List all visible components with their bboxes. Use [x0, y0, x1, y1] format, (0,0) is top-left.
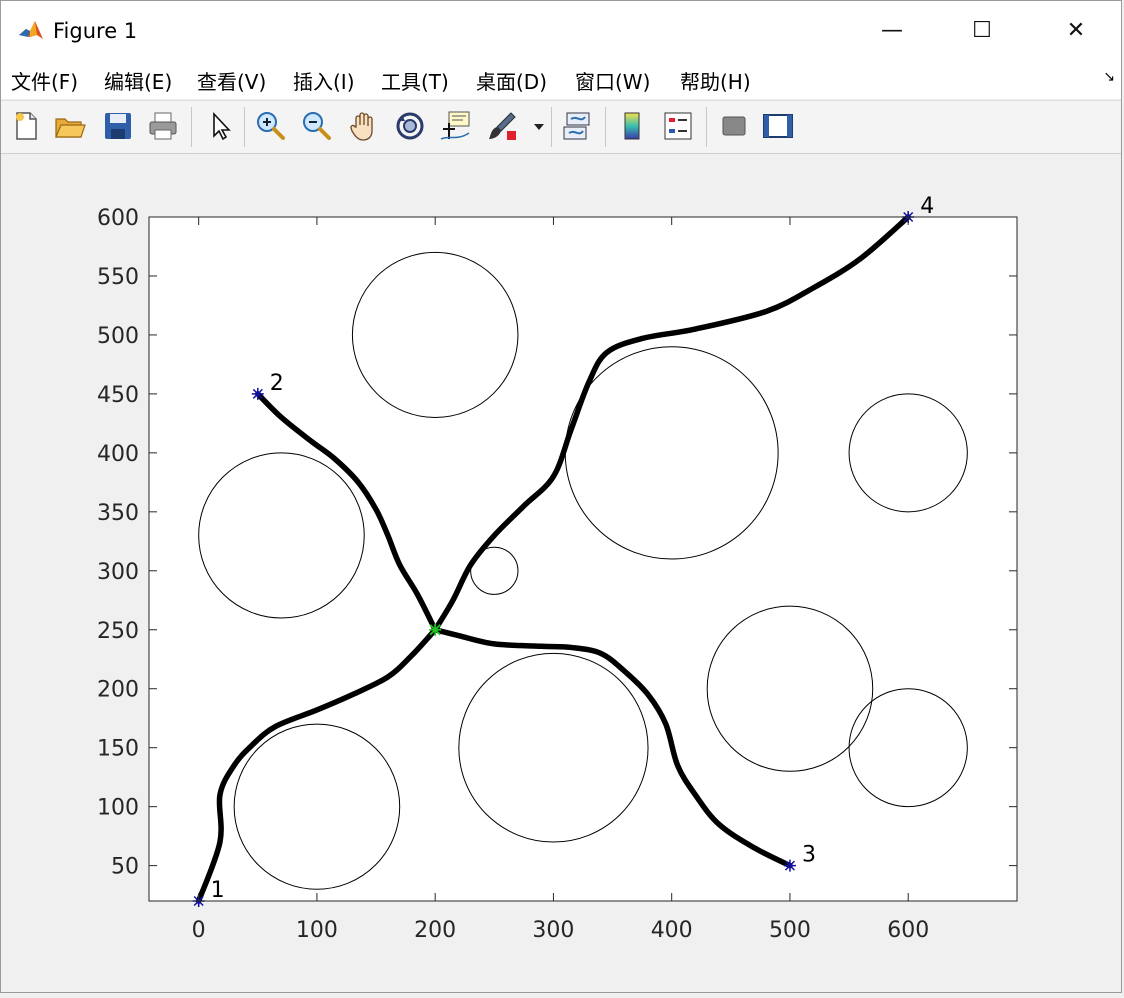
y-tick-label: 350 [97, 501, 139, 526]
maximize-button[interactable]: ☐ [959, 11, 1005, 51]
y-tick-label: 600 [97, 206, 139, 231]
menu-desktop[interactable]: 桌面(D) [476, 66, 547, 95]
save-icon[interactable] [101, 109, 135, 143]
axes-background [149, 217, 1017, 901]
toolbar-separator [551, 107, 552, 147]
y-tick-label: 100 [97, 796, 139, 821]
zoom-in-icon[interactable] [253, 109, 287, 143]
data-cursor-icon[interactable] [439, 109, 473, 143]
brush-icon[interactable] [485, 109, 519, 143]
link-plot-icon[interactable] [561, 109, 595, 143]
window-title: Figure 1 [53, 19, 138, 43]
hide-plot-tools-icon[interactable] [717, 109, 751, 143]
zoom-out-icon[interactable] [299, 109, 333, 143]
x-tick-label: 400 [651, 918, 693, 943]
waypoint-label: 1 [211, 878, 225, 903]
y-tick-label: 400 [97, 442, 139, 467]
menu-window[interactable]: 窗口(W) [575, 66, 650, 95]
menu-view[interactable]: 查看(V) [197, 66, 266, 95]
waypoint-label: 4 [920, 194, 934, 219]
x-tick-label: 0 [192, 918, 206, 943]
y-tick-label: 50 [111, 855, 139, 880]
brush-dropdown-icon[interactable] [531, 109, 547, 143]
pan-hand-icon[interactable] [347, 109, 381, 143]
new-figure-icon[interactable] [9, 109, 43, 143]
waypoint-label: 3 [802, 843, 816, 868]
toolbar-separator [605, 107, 606, 147]
rotate-3d-icon[interactable] [393, 109, 427, 143]
y-tick-label: 550 [97, 265, 139, 290]
title-bar[interactable]: Figure 1 — ☐ ✕ [1, 1, 1121, 61]
x-tick-label: 600 [887, 918, 929, 943]
show-plot-tools-icon[interactable] [761, 109, 795, 143]
y-tick-label: 150 [97, 737, 139, 762]
x-tick-label: 300 [532, 918, 574, 943]
y-tick-label: 200 [97, 678, 139, 703]
menu-bar: 文件(F) 编辑(E) 查看(V) 插入(I) 工具(T) 桌面(D) 窗口(W… [1, 61, 1121, 99]
toolbar-separator [191, 107, 192, 147]
waypoint-label: 2 [270, 371, 284, 396]
toolbar-separator [244, 107, 245, 147]
menu-help[interactable]: 帮助(H) [680, 66, 751, 95]
print-icon[interactable] [146, 109, 180, 143]
figure-window: Figure 1 — ☐ ✕ 文件(F) 编辑(E) 查看(V) 插入(I) 工… [0, 0, 1122, 993]
figure-toolbar [1, 100, 1121, 154]
y-tick-label: 450 [97, 383, 139, 408]
menu-tools[interactable]: 工具(T) [381, 66, 449, 95]
waypoint-marker [251, 387, 264, 400]
menu-edit[interactable]: 编辑(E) [104, 66, 172, 95]
dock-arrow-icon[interactable]: ↘ [1103, 69, 1115, 85]
legend-icon[interactable] [661, 109, 695, 143]
open-file-icon[interactable] [53, 109, 87, 143]
matlab-logo-icon [17, 17, 45, 45]
toolbar-separator [706, 107, 707, 147]
center-point-marker [429, 623, 442, 636]
colorbar-icon[interactable] [615, 109, 649, 143]
plot-area: 1 2 3 4 0 100 200 300 400 500 600 50 100 150 200 250 30… [1, 153, 1123, 994]
y-tick-label: 250 [97, 619, 139, 644]
menu-insert[interactable]: 插入(I) [293, 66, 355, 95]
x-tick-label: 200 [414, 918, 456, 943]
x-tick-label: 100 [296, 918, 338, 943]
menu-file[interactable]: 文件(F) [11, 66, 78, 95]
close-button[interactable]: ✕ [1053, 11, 1099, 51]
pointer-icon[interactable] [203, 109, 237, 143]
y-tick-label: 300 [97, 560, 139, 585]
y-tick-label: 500 [97, 324, 139, 349]
waypoint-marker [783, 859, 796, 872]
minimize-button[interactable]: — [869, 11, 915, 51]
path-planning-chart[interactable]: 1 2 3 4 0 100 200 300 400 500 600 50 100 150 200 250 30… [1, 153, 1123, 994]
x-tick-label: 500 [769, 918, 811, 943]
